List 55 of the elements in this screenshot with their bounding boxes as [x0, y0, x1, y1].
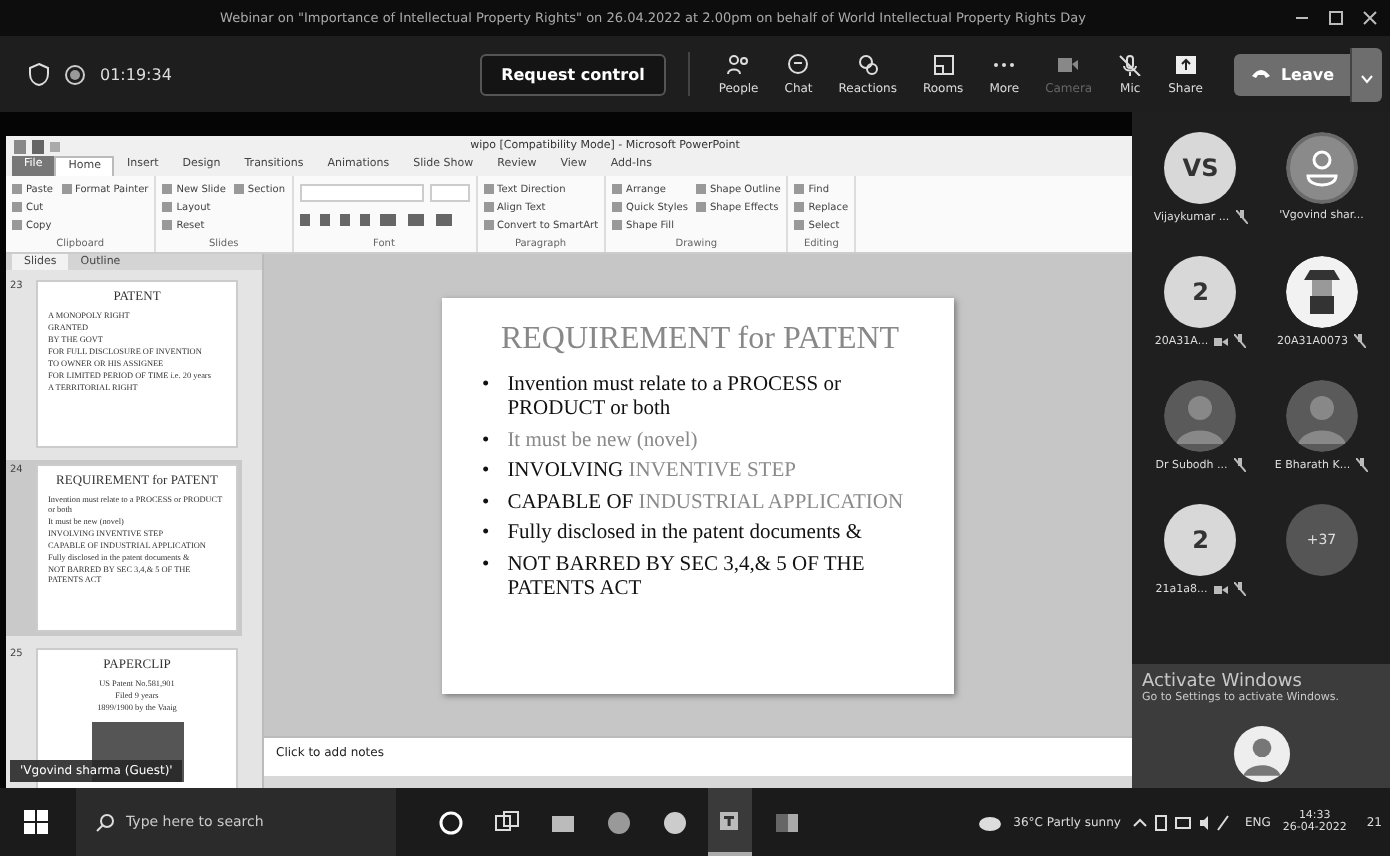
camera-icon: [1056, 53, 1081, 75]
camera-off-icon: [1214, 335, 1229, 347]
camera-off-icon: [1213, 583, 1228, 595]
meeting-timer: 01:19:34: [100, 65, 172, 83]
font-size-field[interactable]: [429, 184, 469, 202]
mic-icon: [1118, 53, 1143, 75]
windows-start-icon[interactable]: [24, 810, 48, 834]
slide-bullet: NOT BARRED BY SEC 3,4,& 5 OF THE PATENTS ACT: [507, 553, 867, 603]
avatar-silhouette-icon: [1285, 132, 1358, 204]
record-icon: [64, 63, 86, 85]
search-icon: [96, 813, 114, 831]
slide-bullet: Invention must relate to a PROCESS or PRODUCT or both: [507, 373, 844, 423]
mic-off-icon: [1356, 458, 1369, 472]
shield-icon: [28, 62, 50, 86]
restore-icon[interactable]: [1328, 10, 1344, 26]
reactions-icon: [855, 53, 880, 75]
person-silhouette-icon: [1233, 726, 1289, 782]
slide-thumbnail[interactable]: [36, 464, 238, 632]
phone-icon: [1250, 68, 1273, 80]
avatar: 2: [1164, 256, 1237, 328]
caret-icon: [1360, 73, 1374, 83]
mic-off-icon: [1233, 458, 1246, 472]
system-tray-icons[interactable]: [1132, 813, 1233, 831]
activation-title: Activate Windows: [1142, 672, 1302, 692]
font-name-field[interactable]: [299, 184, 423, 202]
mic-off-icon: [1234, 334, 1247, 348]
chat-icon: [786, 53, 811, 75]
avatar: VS: [1164, 132, 1237, 204]
mic-off-icon: [1235, 210, 1248, 224]
slide-bullet: INVOLVING INVENTIVE STEP: [507, 460, 796, 485]
weather-cloud-icon: [977, 812, 1002, 832]
slide-bullet: Fully disclosed in the patent documents &: [507, 522, 862, 547]
cartoon-avatar-icon: [1285, 256, 1358, 328]
slide-bullet: CAPABLE OF INDUSTRIAL APPLICATION: [507, 491, 904, 516]
request-control-button[interactable]: Request control: [479, 53, 667, 95]
leave-button[interactable]: Leave: [1234, 53, 1350, 95]
avatar: 2: [1164, 504, 1237, 576]
bullet-marker: •: [482, 522, 490, 547]
share-icon: [1173, 53, 1198, 75]
person-silhouette-icon: [1164, 380, 1237, 452]
bullet-marker: •: [482, 429, 490, 454]
rooms-icon: [931, 53, 956, 75]
leave-options-button[interactable]: [1350, 47, 1382, 101]
bullet-marker: •: [482, 491, 490, 516]
slide-title: REQUIREMENT for PATENT: [498, 321, 902, 357]
mic-off-icon: [1354, 334, 1367, 348]
mic-off-icon: [1233, 582, 1246, 596]
close-icon[interactable]: [1362, 10, 1378, 26]
bullet-marker: •: [482, 553, 490, 579]
person-silhouette-icon: [1285, 380, 1358, 452]
teams-icon[interactable]: [708, 788, 752, 856]
bullet-marker: •: [482, 460, 490, 485]
bullet-marker: •: [482, 373, 490, 399]
people-icon: [726, 53, 751, 75]
slide-bullet: It must be new (novel): [507, 429, 698, 454]
